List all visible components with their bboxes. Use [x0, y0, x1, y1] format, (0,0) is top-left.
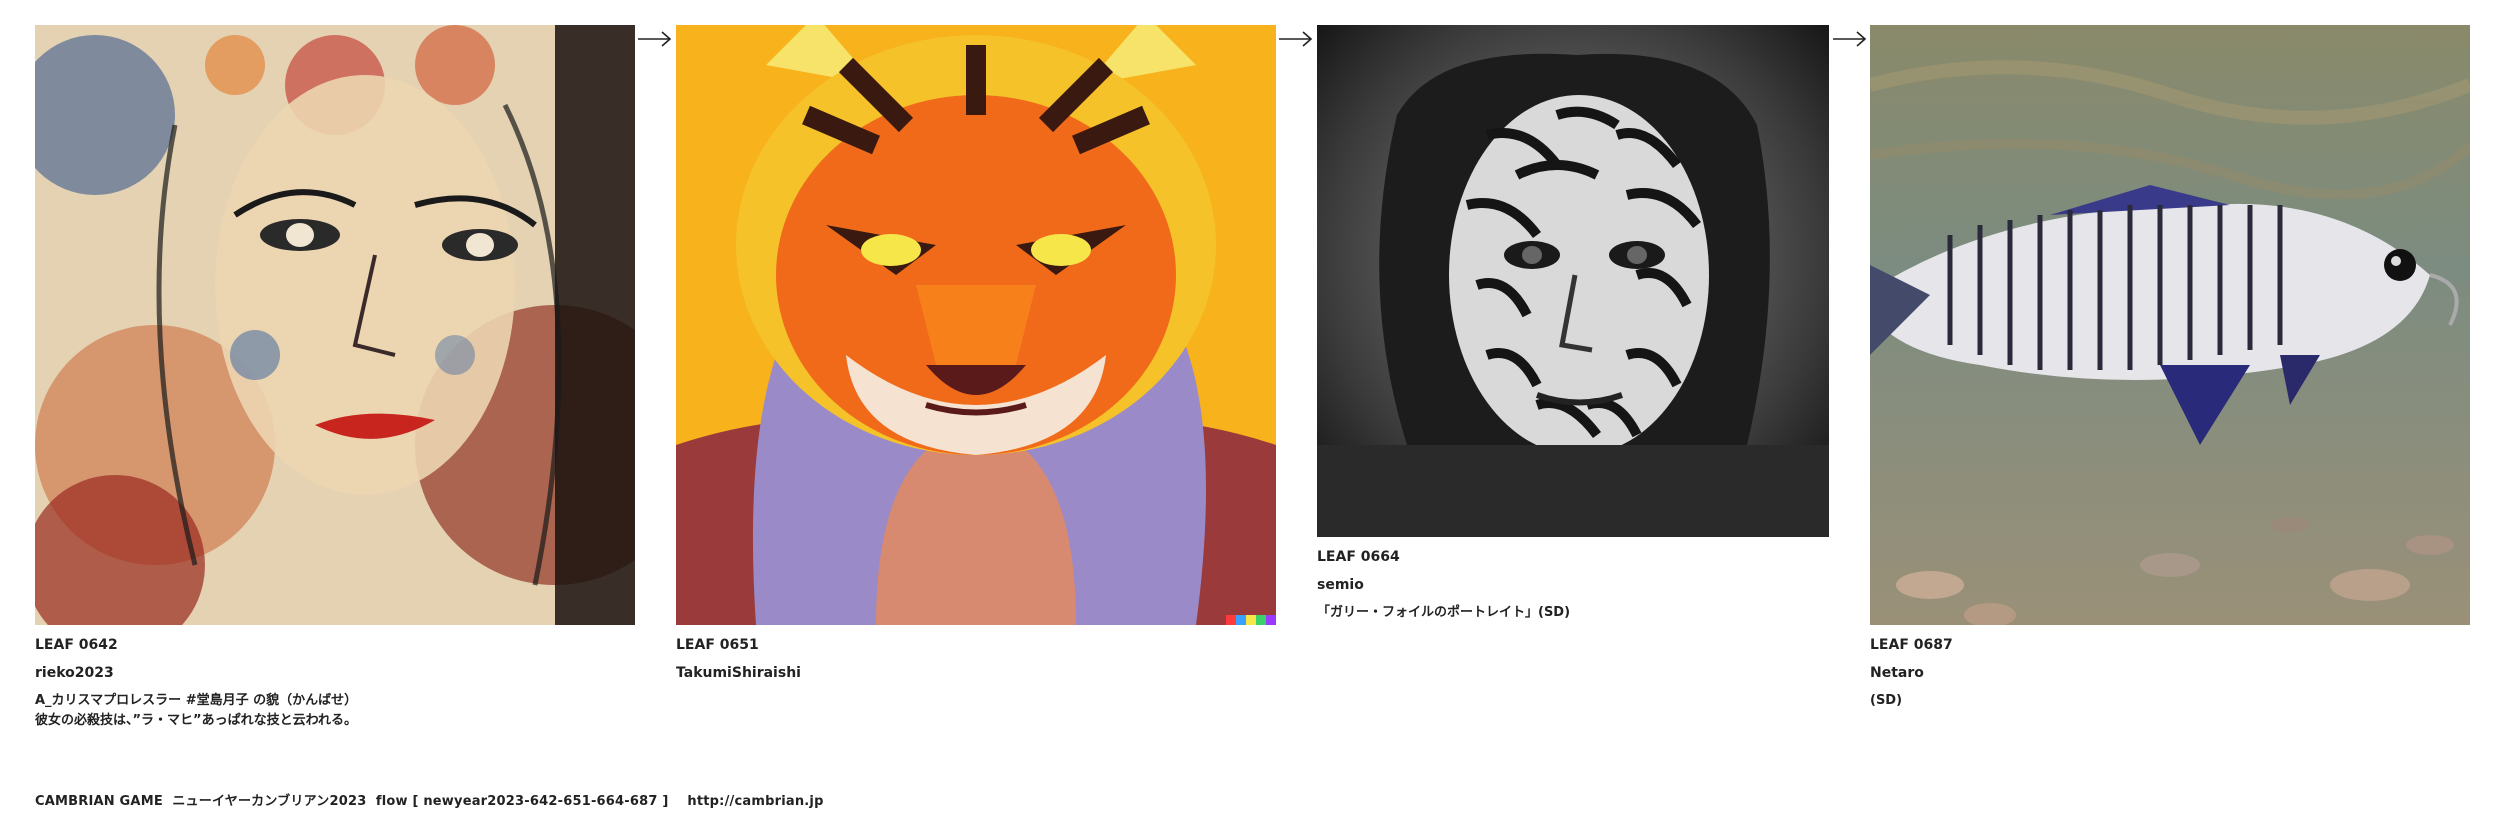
leaf-card-0642[interactable]: LEAF 0642 rieko2023 A_カリスマプロレスラー #堂島月子 の… [35, 25, 635, 731]
leaf-number[interactable]: LEAF 0664 [1317, 547, 1829, 567]
leaf-card-0687[interactable]: LEAF 0687 Netaro (SD) [1870, 25, 2470, 711]
arrow-icon [1833, 31, 1867, 47]
leaf-author[interactable]: Netaro [1870, 663, 2470, 683]
leaf-description: 「ガリー・フォイルのポートレイト」(SD) [1317, 605, 1571, 620]
leaf-image-painted-woman[interactable] [35, 25, 635, 625]
leaf-description: (SD) [1870, 693, 1903, 708]
leaf-author[interactable]: rieko2023 [35, 663, 635, 683]
arrow-icon [1279, 31, 1313, 47]
leaf-image-striped-fish[interactable] [1870, 25, 2470, 625]
leaf-image-tiger[interactable] [676, 25, 1276, 625]
leaf-meta: LEAF 0642 rieko2023 A_カリスマプロレスラー #堂島月子 の… [35, 635, 635, 731]
leaf-meta: LEAF 0651 TakumiShiraishi [676, 635, 1276, 683]
leaf-meta: LEAF 0664 semio 「ガリー・フォイルのポートレイト」(SD) [1317, 547, 1829, 623]
leaf-number[interactable]: LEAF 0687 [1870, 635, 2470, 655]
leaf-meta: LEAF 0687 Netaro (SD) [1870, 635, 2470, 711]
leaf-card-0651[interactable]: LEAF 0651 TakumiShiraishi [676, 25, 1276, 683]
leaf-author[interactable]: semio [1317, 575, 1829, 595]
leaf-description: A_カリスマプロレスラー #堂島月子 の貌（かんばせ） 彼女の必殺技は、”ラ・マ… [35, 693, 358, 728]
arrow-icon [638, 31, 672, 47]
leaf-number[interactable]: LEAF 0642 [35, 635, 635, 655]
leaf-number[interactable]: LEAF 0651 [676, 635, 1276, 655]
leaf-image-tattooed-face[interactable] [1317, 25, 1829, 537]
leaf-card-0664[interactable]: LEAF 0664 semio 「ガリー・フォイルのポートレイト」(SD) [1317, 25, 1829, 623]
page: LEAF 0642 rieko2023 A_カリスマプロレスラー #堂島月子 の… [0, 0, 2505, 827]
leaf-author[interactable]: TakumiShiraishi [676, 663, 1276, 683]
flow-footer[interactable]: CAMBRIAN GAME ニューイヤーカンブリアン2023 flow [ ne… [35, 790, 824, 809]
